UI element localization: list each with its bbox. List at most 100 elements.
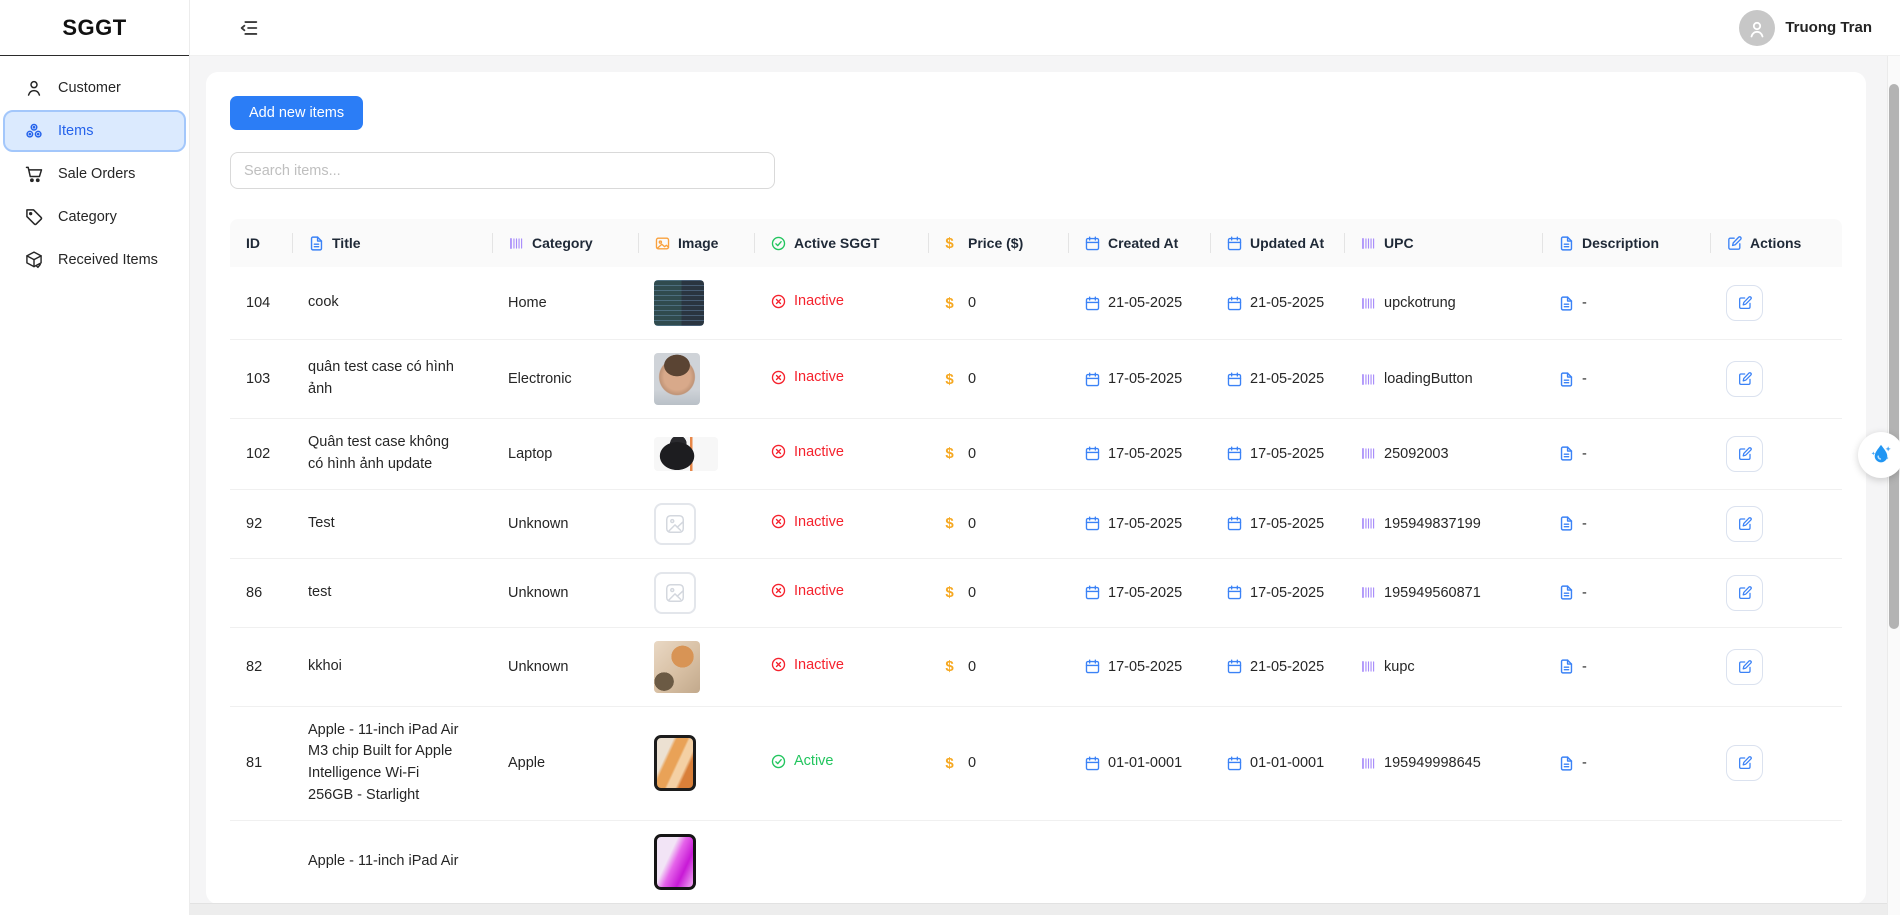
- dollar-icon: $: [944, 235, 961, 252]
- cell-category: Unknown: [492, 489, 638, 558]
- add-new-items-button[interactable]: Add new items: [230, 96, 363, 130]
- cell-value: -: [1582, 516, 1587, 532]
- cell-image: [638, 627, 754, 706]
- column-label: Description: [1582, 235, 1659, 251]
- calendar-icon: [1226, 295, 1243, 312]
- cell-active-status: [754, 820, 928, 903]
- calendar-icon: [1226, 235, 1243, 252]
- calendar-icon: [1084, 658, 1101, 675]
- edit-item-button[interactable]: [1726, 649, 1763, 685]
- file-text-icon: [1558, 515, 1575, 532]
- edit-item-button[interactable]: [1726, 436, 1763, 472]
- calendar-icon: [1226, 371, 1243, 388]
- barcode-icon: [508, 235, 525, 252]
- x-circle-icon: [770, 656, 787, 673]
- cell-title: quân test case có hình ảnh: [292, 340, 492, 419]
- cell-title: cook: [292, 267, 492, 340]
- edit-icon: [1737, 659, 1753, 675]
- column-header-upc: UPC: [1344, 219, 1542, 267]
- status-label: Inactive: [794, 444, 844, 460]
- item-thumbnail-ipad-purple: [654, 834, 696, 890]
- cell-value: -: [1582, 371, 1587, 387]
- calendar-icon: [1084, 445, 1101, 462]
- edit-item-button[interactable]: [1726, 745, 1763, 781]
- sidebar-item-items[interactable]: Items: [3, 110, 186, 152]
- check-circle-icon: [770, 235, 787, 252]
- sidebar-item-sale-orders[interactable]: Sale Orders: [3, 153, 186, 195]
- edit-icon: [1737, 755, 1753, 771]
- cell-active-status: Inactive: [754, 340, 928, 419]
- cell-value: 17-05-2025: [1108, 446, 1182, 462]
- barcode-icon: [1360, 755, 1377, 772]
- x-circle-icon: [770, 582, 787, 599]
- user-menu[interactable]: Truong Tran: [1739, 10, 1872, 46]
- cell-category: Laptop: [492, 419, 638, 490]
- cell-value: -: [1582, 295, 1587, 311]
- cell-active-status: Inactive: [754, 489, 928, 558]
- x-circle-icon: [770, 369, 787, 386]
- cell-value: -: [1582, 446, 1587, 462]
- column-header-category: Category: [492, 219, 638, 267]
- cell-image: [638, 558, 754, 627]
- x-circle-icon: [770, 293, 787, 310]
- customer-icon: [24, 78, 44, 98]
- search-input[interactable]: [230, 152, 775, 189]
- cart-icon: [24, 164, 44, 184]
- cell-value: 17-05-2025: [1250, 446, 1324, 462]
- status-label: Inactive: [794, 293, 844, 309]
- cell-id: 103: [230, 340, 292, 419]
- items-icon: [24, 121, 44, 141]
- status-badge: Inactive: [770, 443, 844, 460]
- cell-value: 195949837199: [1384, 516, 1481, 532]
- edit-item-button[interactable]: [1726, 575, 1763, 611]
- menu-fold-icon: [238, 17, 260, 39]
- edit-item-button[interactable]: [1726, 285, 1763, 321]
- table-row: 81Apple - 11-inch iPad Air M3 chip Built…: [230, 706, 1842, 820]
- cell-title: Quân test case không có hình ảnh update: [292, 419, 492, 490]
- table-row: 86testUnknownInactive$017-05-202517-05-2…: [230, 558, 1842, 627]
- x-circle-icon: [770, 513, 787, 530]
- vertical-scrollbar[interactable]: [1887, 56, 1900, 915]
- cell-value: 21-05-2025: [1250, 295, 1324, 311]
- horizontal-scrollbar[interactable]: [190, 903, 1887, 915]
- tag-icon: [24, 207, 44, 227]
- sidebar-item-label: Items: [58, 123, 93, 139]
- sidebar-item-customer[interactable]: Customer: [3, 67, 186, 109]
- calendar-icon: [1084, 295, 1101, 312]
- column-header-updated_at: Updated At: [1210, 219, 1344, 267]
- cell-value: 0: [968, 659, 976, 675]
- column-label: ID: [246, 235, 260, 251]
- cell-category: Unknown: [492, 558, 638, 627]
- status-label: Inactive: [794, 514, 844, 530]
- cell-actions: [1710, 558, 1842, 627]
- edit-icon: [1737, 295, 1753, 311]
- table-row: 102Quân test case không có hình ảnh upda…: [230, 419, 1842, 490]
- edit-item-button[interactable]: [1726, 361, 1763, 397]
- cell-id: 102: [230, 419, 292, 490]
- cell-value: 21-05-2025: [1250, 659, 1324, 675]
- cell-value: 17-05-2025: [1108, 659, 1182, 675]
- cell-value: 0: [968, 371, 976, 387]
- sidebar-item-received-items[interactable]: Received Items: [3, 239, 186, 281]
- calendar-icon: [1084, 584, 1101, 601]
- image-placeholder-icon: [664, 513, 686, 535]
- scrollbar-thumb[interactable]: [1889, 84, 1899, 629]
- sidebar-item-label: Received Items: [58, 252, 158, 268]
- sidebar-item-category[interactable]: Category: [3, 196, 186, 238]
- cell-value: 0: [968, 516, 976, 532]
- column-label: Title: [332, 235, 361, 251]
- person-icon: [1745, 17, 1769, 41]
- cell-active-status: Inactive: [754, 627, 928, 706]
- cell-actions: [1710, 706, 1842, 820]
- barcode-icon: [1360, 371, 1377, 388]
- dollar-icon: $: [944, 445, 961, 462]
- calendar-icon: [1084, 755, 1101, 772]
- sidebar-collapse-button[interactable]: [238, 15, 264, 41]
- column-label: Updated At: [1250, 235, 1324, 251]
- dollar-icon: $: [944, 515, 961, 532]
- cell-id: 86: [230, 558, 292, 627]
- floating-translate-widget[interactable]: [1858, 432, 1900, 478]
- cell-category: Electronic: [492, 340, 638, 419]
- cell-title: Apple - 11-inch iPad Air: [292, 820, 492, 903]
- edit-item-button[interactable]: [1726, 506, 1763, 542]
